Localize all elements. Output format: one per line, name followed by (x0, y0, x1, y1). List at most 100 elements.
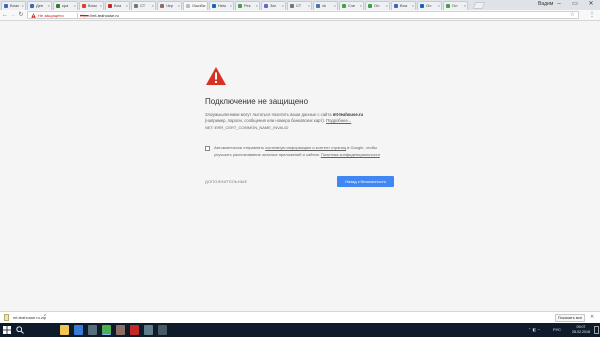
privacy-policy-link[interactable]: Политика конфиденциальности (321, 152, 380, 157)
tab-favicon-icon (56, 4, 60, 8)
app-5-icon[interactable] (116, 325, 125, 335)
tab[interactable]: Ол × (417, 1, 442, 10)
minimize-icon[interactable]: – (551, 0, 567, 9)
report-checkbox[interactable] (205, 146, 210, 151)
back-icon[interactable]: ← (1, 11, 9, 20)
tab-close-icon[interactable]: × (48, 3, 50, 9)
learn-more-link[interactable]: Подробнее... (326, 118, 351, 123)
tab[interactable]: Нем × (209, 1, 234, 10)
windows-start-icon[interactable] (3, 326, 11, 334)
tab-favicon-icon (290, 4, 294, 8)
chrome-icon[interactable] (102, 325, 111, 335)
report-label: Автоматически отправлять системную инфор… (214, 145, 377, 151)
tab-favicon-icon (264, 4, 268, 8)
tab-close-icon[interactable]: × (256, 3, 258, 9)
tab-close-icon[interactable]: × (412, 3, 414, 9)
file-explorer-icon[interactable] (60, 325, 69, 335)
report-label-mid: в Google, чтобы (347, 145, 377, 150)
tab[interactable]: Ден × (27, 1, 52, 10)
clock-date: 28.02.2018 (572, 330, 590, 334)
tab-favicon-icon (238, 4, 242, 8)
tab[interactable]: Ол × (365, 1, 390, 10)
app-8-icon[interactable] (158, 325, 167, 335)
tab-close-icon[interactable]: × (126, 3, 128, 9)
app-7-icon[interactable] (144, 325, 153, 335)
clock[interactable]: 09:07 28.02.2018 (570, 325, 592, 335)
download-item[interactable]: mt-teahouse.ru.zip ^ (4, 314, 64, 322)
forward-icon[interactable]: → (9, 11, 17, 20)
close-icon[interactable]: ✕ (590, 314, 594, 321)
tab[interactable]: Сче × (339, 1, 364, 10)
notification-icon[interactable] (594, 326, 599, 334)
explanation-prefix: Злоумышленники могут пытаться похитить в… (205, 112, 332, 117)
tab-favicon-icon (4, 4, 8, 8)
system-tray[interactable]: ⌃ ◧ ◔ (528, 325, 568, 335)
tab-close-icon[interactable]: × (360, 3, 362, 9)
page-title: Подключение не защищено (205, 97, 309, 106)
system-info-link[interactable]: системную информацию и контент страниц (265, 145, 346, 150)
filezilla-icon[interactable] (130, 325, 139, 335)
tab-close-icon[interactable]: × (438, 3, 440, 9)
search-icon[interactable] (16, 326, 24, 334)
tab-close-icon[interactable]: × (152, 3, 154, 9)
advanced-button[interactable]: ДОПОЛНИТЕЛЬНЫЕ (205, 179, 247, 185)
bookmark-star-icon[interactable]: ☆ (570, 12, 575, 19)
tab[interactable]: Влас × (79, 1, 104, 10)
tab[interactable]: Вла × (391, 1, 416, 10)
reload-icon[interactable]: ↻ (17, 11, 25, 20)
tab-favicon-icon (316, 4, 320, 8)
zip-file-icon (4, 314, 9, 321)
warning-icon (206, 67, 226, 85)
maximize-icon[interactable]: ▭ (567, 0, 583, 9)
tab[interactable]: кра × (53, 1, 78, 10)
tab-close-icon[interactable]: × (22, 3, 24, 9)
warning-icon (31, 13, 36, 18)
show-all-downloads-button[interactable]: Показать все (555, 314, 585, 322)
url-divider (77, 13, 78, 18)
tab-close-icon[interactable]: × (282, 3, 284, 9)
tab-close-icon[interactable]: × (230, 3, 232, 9)
chevron-up-icon[interactable]: ^ (44, 314, 46, 321)
explanation-text-continued: (например, пароли, сообщения или номера … (205, 118, 351, 124)
tab-favicon-icon (368, 4, 372, 8)
download-shelf: mt-teahouse.ru.zip ^ Показать все ✕ (0, 311, 600, 323)
close-window-icon[interactable]: ✕ (583, 0, 599, 9)
tab-favicon-icon (134, 4, 138, 8)
tab-close-icon[interactable]: × (464, 3, 466, 9)
tab-favicon-icon (30, 4, 34, 8)
tab[interactable]: СТ × (287, 1, 312, 10)
tab-close-icon[interactable]: × (308, 3, 310, 9)
tab-close-icon[interactable]: × (100, 3, 102, 9)
security-status[interactable]: Не защищено (38, 13, 64, 19)
tab-favicon-icon (82, 4, 86, 8)
tab[interactable]: Вла × (105, 1, 130, 10)
tab[interactable]: Влас × (1, 1, 26, 10)
tab-favicon-icon (446, 4, 450, 8)
report-label-prefix: Автоматически отправлять (214, 145, 265, 150)
tab[interactable]: Ол × (443, 1, 468, 10)
store-icon[interactable] (74, 325, 83, 335)
tab-close-icon[interactable]: × (204, 3, 206, 9)
tab[interactable]: СТ × (131, 1, 156, 10)
taskbar: ⌃ ◧ ◔ РУС 09:07 28.02.2018 (0, 323, 600, 337)
url-scheme: https (80, 13, 89, 18)
tab[interactable]: Рек × (235, 1, 260, 10)
tab-close-icon[interactable]: × (74, 3, 76, 9)
menu-icon[interactable]: ⋮ (588, 11, 596, 20)
tab[interactable]: vk × (313, 1, 338, 10)
language-indicator[interactable]: РУС (553, 325, 561, 335)
tab[interactable]: Чер × (157, 1, 182, 10)
tab-close-icon[interactable]: × (334, 3, 336, 9)
url-text[interactable]: https://mt-teahouse.ru (80, 13, 119, 19)
tab-favicon-icon (212, 4, 216, 8)
tab-favicon-icon (420, 4, 424, 8)
tab-close-icon[interactable]: × (178, 3, 180, 9)
tab[interactable]: Заг × (261, 1, 286, 10)
media-player-icon[interactable] (88, 325, 97, 335)
tab[interactable]: Ошибк × (183, 1, 208, 10)
tab-favicon-icon (108, 4, 112, 8)
address-bar[interactable]: Не защищено https://mt-teahouse.ru ☆ (27, 11, 579, 19)
tab-close-icon[interactable]: × (386, 3, 388, 9)
back-to-safety-button[interactable]: Назад к безопасности (337, 176, 394, 187)
download-filename: mt-teahouse.ru.zip (13, 315, 47, 320)
